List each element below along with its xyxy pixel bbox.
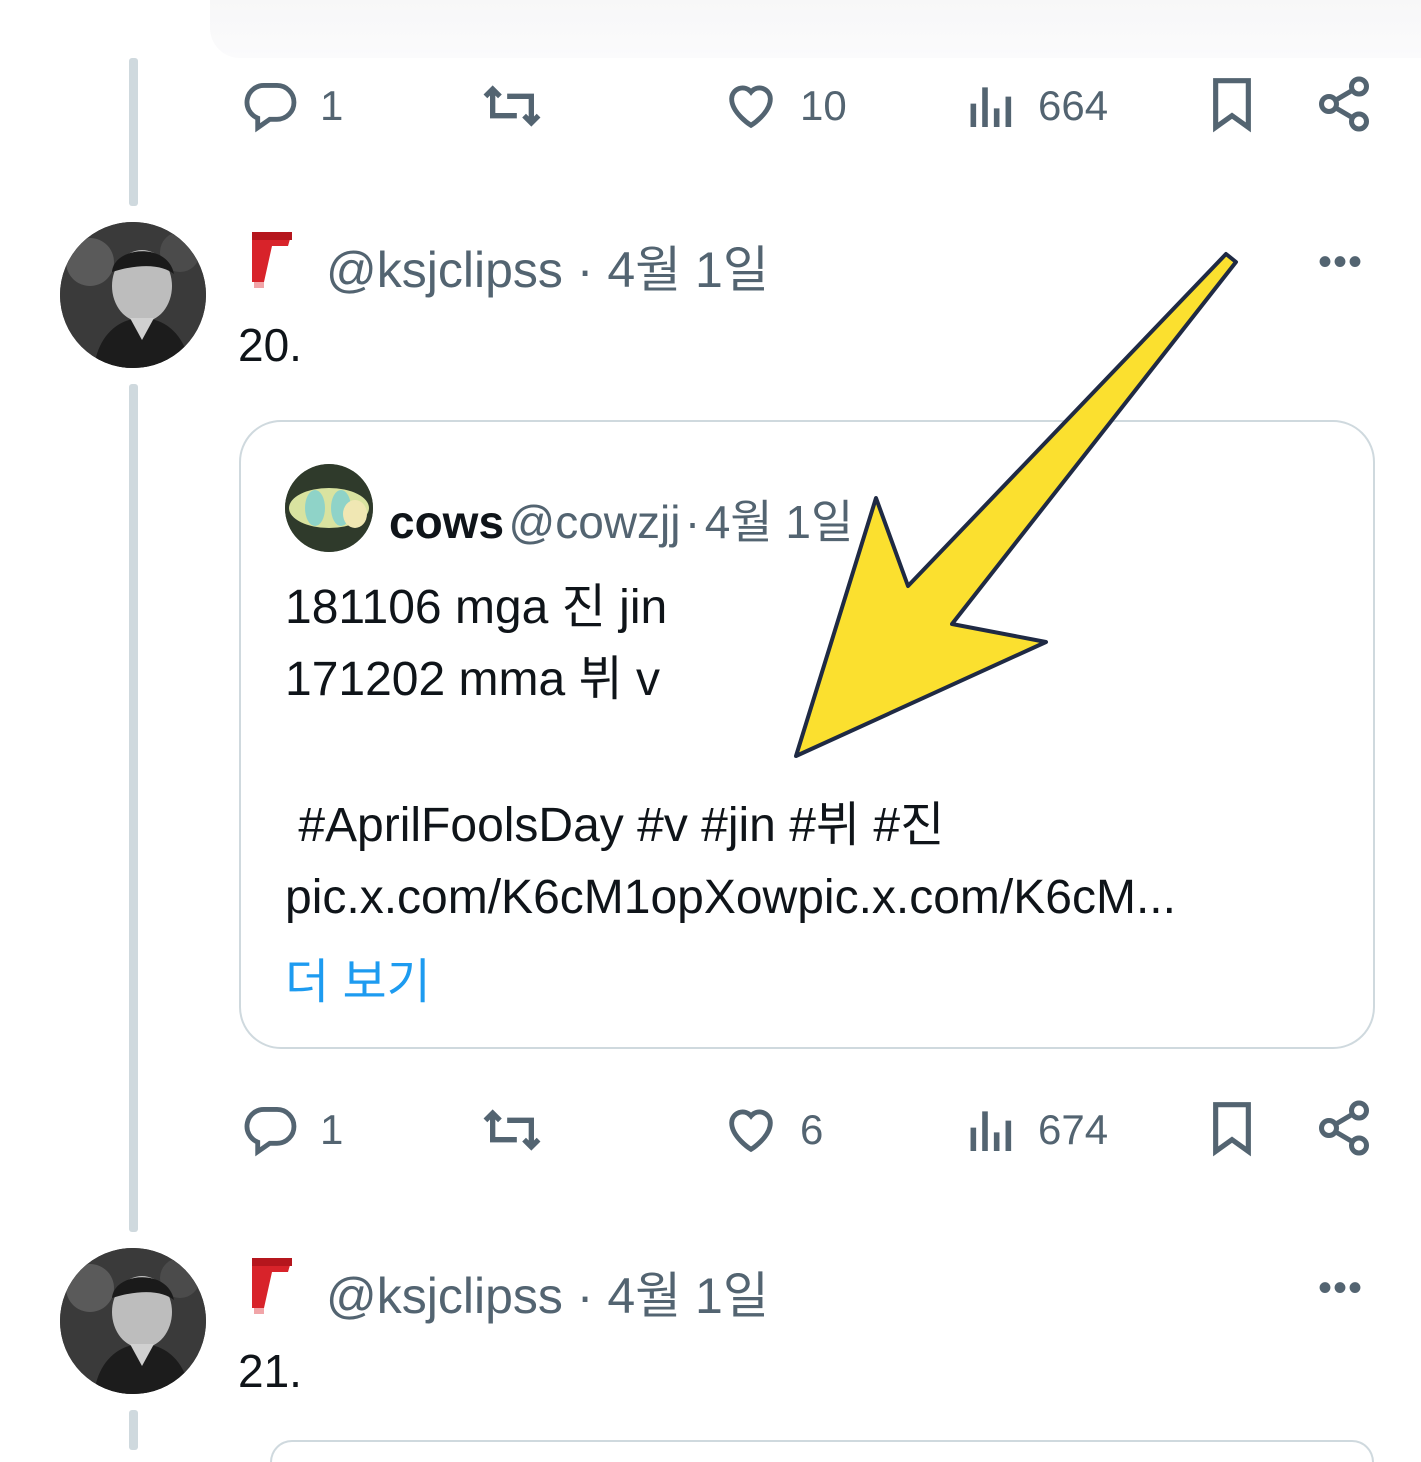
reply-button[interactable]: 1 <box>240 1100 343 1160</box>
like-button[interactable]: 10 <box>720 76 847 136</box>
retweet-icon <box>483 1109 541 1151</box>
reply-icon <box>244 83 297 133</box>
quote-hashtags[interactable]: #AprilFoolsDay #v #jin #뷔 #진 <box>285 790 944 862</box>
scarf-emoji <box>252 232 292 288</box>
next-quote-card-edge <box>270 1440 1374 1462</box>
quote-header: cows @cowzjj · 4월 1일 <box>389 486 853 552</box>
tweet-text: 21. <box>238 1345 302 1397</box>
share-button[interactable] <box>1314 1098 1374 1158</box>
retweet-button[interactable] <box>476 76 548 136</box>
views-icon <box>970 1111 1012 1151</box>
avatar[interactable] <box>60 222 206 368</box>
quote-author-name[interactable]: cows <box>389 496 504 548</box>
view-count: 664 <box>1038 82 1109 129</box>
bookmark-icon <box>1213 78 1251 133</box>
reply-count: 1 <box>320 1106 344 1153</box>
profile-photo <box>60 222 206 368</box>
thread-line <box>129 1410 138 1450</box>
reply-count: 1 <box>320 82 344 129</box>
quote-user-handle[interactable]: @cowzjj <box>509 496 681 548</box>
more-icon[interactable]: ••• <box>1318 240 1363 285</box>
quote-avatar[interactable] <box>285 464 373 552</box>
share-button[interactable] <box>1314 74 1374 134</box>
bookmark-button[interactable] <box>1204 74 1260 134</box>
user-handle[interactable]: @ksjclipss <box>326 1268 563 1324</box>
views-button[interactable]: 674 <box>964 1100 1108 1160</box>
share-icon <box>1319 76 1369 132</box>
tweet-text: 20. <box>238 319 302 371</box>
views-icon <box>970 87 1012 127</box>
thread-line <box>129 384 138 1232</box>
view-count: 674 <box>1038 1106 1109 1153</box>
quote-profile-photo <box>285 464 373 552</box>
views-button[interactable]: 664 <box>964 76 1108 136</box>
quote-media-link[interactable]: pic.x.com/K6cM1opXowpic.x.com/K6cM... <box>285 870 1176 925</box>
profile-photo <box>60 1248 206 1394</box>
timestamp[interactable]: 4월 1일 <box>607 242 769 298</box>
tweet-header: @ksjclipss · 4월 1일 <box>326 1256 769 1328</box>
user-handle[interactable]: @ksjclipss <box>326 242 563 298</box>
quote-line-2: 171202 mma 뷔 v <box>285 653 661 706</box>
previous-media-fade <box>210 0 1421 58</box>
show-more-link[interactable]: 더 보기 <box>285 942 431 1012</box>
bookmark-icon <box>1213 1102 1251 1157</box>
separator: · <box>684 496 701 548</box>
like-count: 6 <box>800 1106 824 1153</box>
avatar[interactable] <box>60 1248 206 1394</box>
tweet-header: @ksjclipss · 4월 1일 <box>326 230 769 302</box>
quote-line-1: 181106 mga 진 jin <box>285 581 668 634</box>
scarf-emoji <box>252 1258 292 1314</box>
separator: · <box>576 1268 594 1324</box>
like-count: 10 <box>800 82 847 129</box>
quoted-tweet-card[interactable]: cows @cowzjj · 4월 1일 181106 mga 진 jin 17… <box>239 420 1375 1049</box>
separator: · <box>576 242 594 298</box>
timestamp[interactable]: 4월 1일 <box>607 1268 769 1324</box>
bookmark-button[interactable] <box>1204 1098 1260 1158</box>
retweet-button[interactable] <box>476 1100 548 1160</box>
quote-timestamp[interactable]: 4월 1일 <box>705 496 854 548</box>
share-icon <box>1319 1100 1369 1156</box>
retweet-icon <box>483 85 541 127</box>
more-icon[interactable]: ••• <box>1318 1266 1363 1311</box>
thread-line <box>129 58 138 206</box>
reply-icon <box>244 1107 297 1157</box>
reply-button[interactable]: 1 <box>240 76 343 136</box>
like-icon <box>729 1109 773 1153</box>
like-button[interactable]: 6 <box>720 1100 823 1160</box>
like-icon <box>729 85 773 129</box>
